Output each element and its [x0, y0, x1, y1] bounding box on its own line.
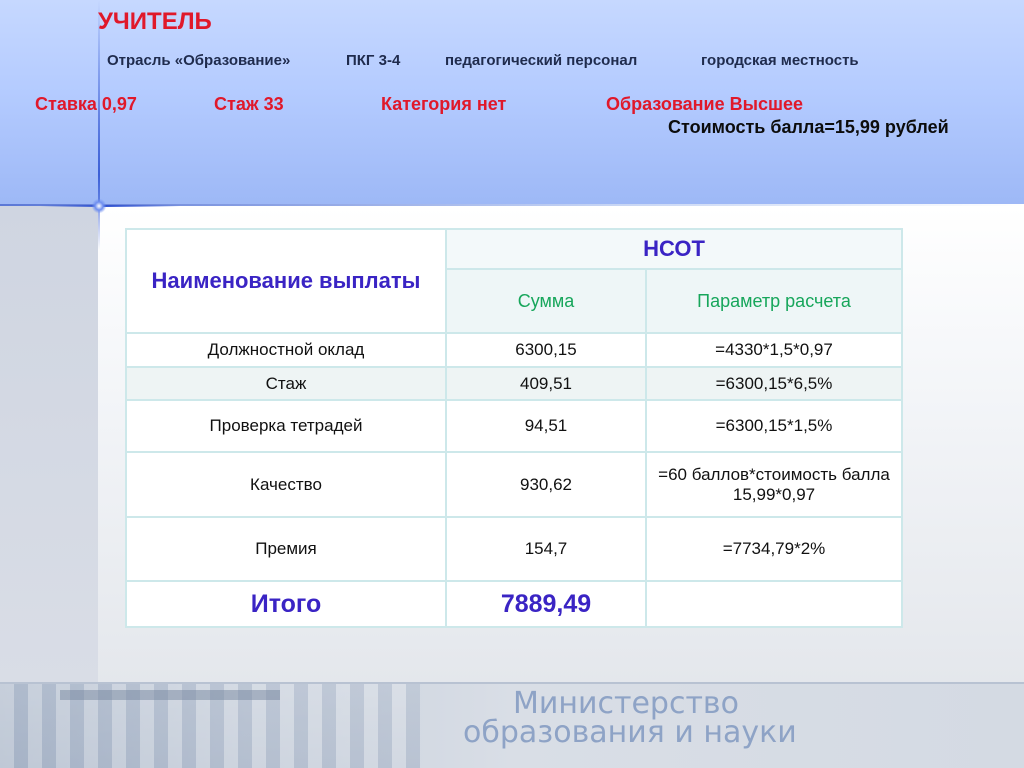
payment-name-cell: Проверка тетрадей [125, 399, 447, 453]
category-label: Категория нет [381, 94, 507, 114]
table-row: Качество 930,62 =60 баллов*стоимость бал… [125, 451, 903, 518]
sector-label: Отрасль «Образование» [107, 52, 291, 69]
point-cost-label: Стоимость балла=15,99 рублей [668, 117, 949, 137]
total-value: 7889,49 [445, 580, 647, 628]
column-header-parameter: Параметр расчета [645, 268, 903, 334]
payment-name-cell: Качество [125, 451, 447, 518]
table-row: Стаж 409,51 =6300,15*6,5% [125, 366, 903, 401]
decorative-horizontal-line [40, 205, 180, 207]
total-label: Итого [125, 580, 447, 628]
pkg-label: ПКГ 3-4 [346, 52, 401, 69]
column-group-header-nsot: НСОТ [445, 228, 903, 270]
page-title: УЧИТЕЛЬ [98, 8, 212, 35]
sum-cell: 6300,15 [445, 332, 647, 368]
column-header-sum: Сумма [445, 268, 647, 334]
table-row: Должностной оклад 6300,15 =4330*1,5*0,97 [125, 332, 903, 368]
parameter-cell: =7734,79*2% [645, 516, 903, 582]
payment-table: Наименование выплаты НСОТ Сумма Параметр… [125, 228, 903, 628]
total-row: Итого 7889,49 [125, 580, 903, 628]
sum-cell: 94,51 [445, 399, 647, 453]
column-header-payment-name: Наименование выплаты [125, 228, 447, 334]
sum-cell: 930,62 [445, 451, 647, 518]
payment-table-container: Наименование выплаты НСОТ Сумма Параметр… [125, 228, 903, 628]
sum-cell: 154,7 [445, 516, 647, 582]
ministry-logo-line2: образования и науки [463, 715, 797, 750]
payment-name-cell: Должностной оклад [125, 332, 447, 368]
location-label: городская местность [701, 52, 859, 69]
education-label: Образование Высшее [606, 94, 804, 114]
sparkle-icon [92, 199, 106, 213]
payment-name-cell: Стаж [125, 366, 447, 401]
total-parameter-cell [645, 580, 903, 628]
parameter-cell: =60 баллов*стоимость балла 15,99*0,97 [645, 451, 903, 518]
personnel-label: педагогический персонал [445, 52, 638, 69]
payment-name-cell: Премия [125, 516, 447, 582]
sum-cell: 409,51 [445, 366, 647, 401]
table-row: Проверка тетрадей 94,51 =6300,15*1,5% [125, 399, 903, 453]
parameter-cell: =4330*1,5*0,97 [645, 332, 903, 368]
parameter-cell: =6300,15*1,5% [645, 399, 903, 453]
building-roof-shape [60, 690, 280, 700]
table-row: Премия 154,7 =7734,79*2% [125, 516, 903, 582]
parameter-cell: =6300,15*6,5% [645, 366, 903, 401]
rate-label: Ставка 0,97 [35, 94, 137, 114]
left-decorative-strip [0, 206, 98, 684]
experience-label: Стаж 33 [214, 94, 284, 114]
